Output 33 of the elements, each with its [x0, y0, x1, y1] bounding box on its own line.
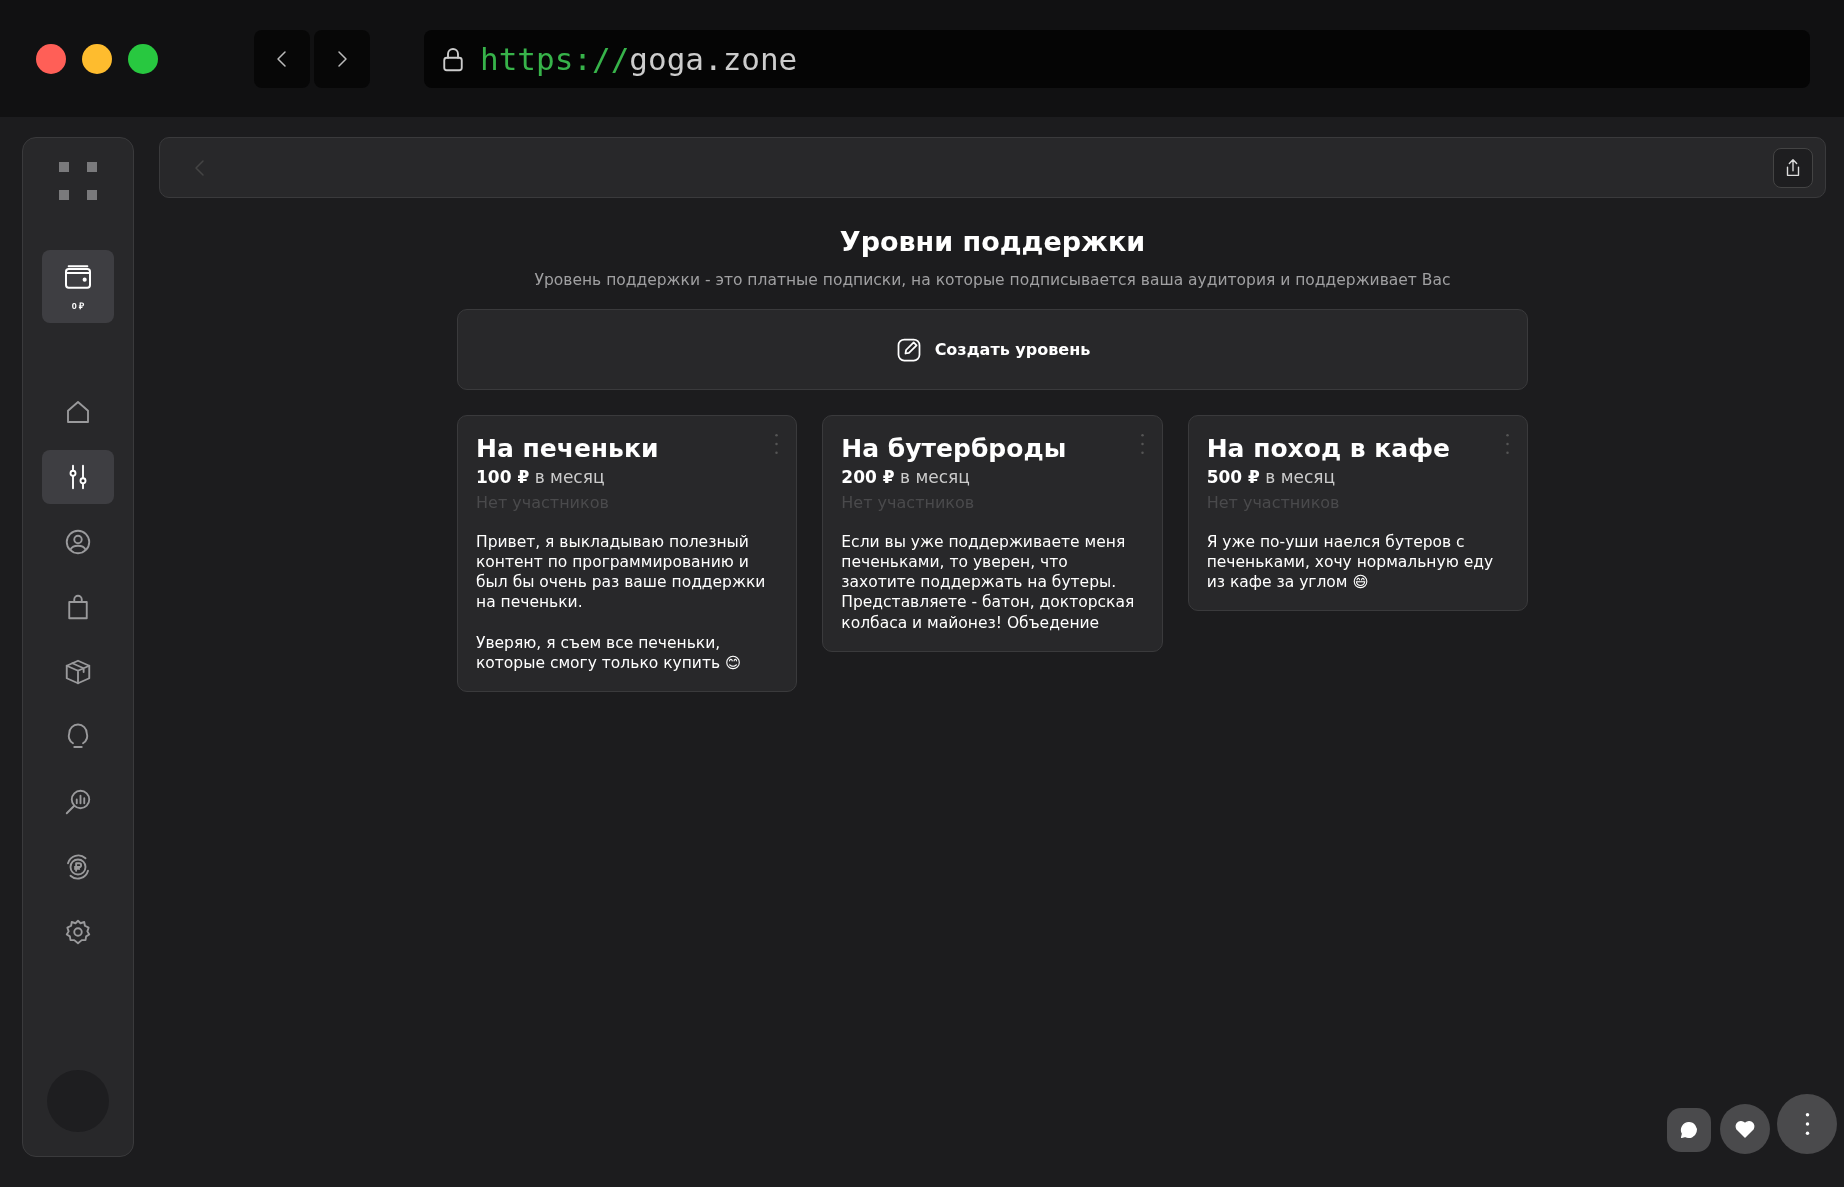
tier-description: Я уже по-уши наелся бутеров с печеньками, хочу нормальную еду из кафе за углом 😄 — [1206, 532, 1495, 593]
page-title: Уровни поддержки — [839, 226, 1146, 257]
chat-icon — [1678, 1119, 1700, 1141]
page-subtitle: Уровень поддержки - это платные подписки, на которые подписывается ваша аудитория и поддерживает Вас — [534, 271, 1451, 289]
tier-description: Уверяю, я съем все печеньки, которые смогу только купить 😊 — [476, 632, 743, 673]
minimize-window-button[interactable] — [82, 43, 112, 74]
tier-description: Привет, я выкладываю полезный контент по программированию и был бы очень раз ваше поддержки на печеньки. — [476, 532, 767, 613]
tier-title: На бутерброды — [841, 434, 1067, 463]
url-text: https://goga.zone — [480, 40, 798, 77]
tier-title: На печеньки — [476, 434, 659, 463]
tier-price: 200 ₽ в месяц — [841, 467, 971, 487]
create-tier-button[interactable]: Создать уровень — [457, 309, 1528, 390]
close-window-button[interactable] — [36, 43, 66, 74]
wallet-button[interactable]: 0 ₽ — [42, 250, 114, 323]
chat-button[interactable] — [1667, 1108, 1711, 1152]
settings-icon — [63, 917, 93, 947]
sidebar-nav-item[interactable] — [42, 450, 114, 504]
tier-price: 500 ₽ в месяц — [1206, 467, 1337, 487]
profile-icon — [63, 527, 93, 557]
vertical-dots-icon — [1804, 1113, 1810, 1135]
magnifier-chart-icon — [63, 787, 93, 817]
maximize-window-button[interactable] — [128, 43, 158, 74]
tier-price: 100 ₽ в месяц — [476, 467, 606, 487]
tier-title: На поход в кафе — [1206, 434, 1450, 463]
apps-grid-icon[interactable] — [59, 162, 97, 200]
tier-description: Если вы уже поддерживаете меня печеньками, то уверен, что захотите поддержать на бутеры. Представляете - батон, докторская колбаса и майонез! Объедение — [841, 532, 1136, 633]
vertical-dots-icon — [775, 434, 779, 454]
vertical-dots-icon — [1140, 434, 1144, 454]
package-icon — [63, 657, 93, 687]
vertical-dots-icon — [1506, 434, 1509, 454]
share-button[interactable] — [1773, 147, 1813, 188]
like-button[interactable] — [1720, 1104, 1770, 1154]
address-bar[interactable]: https://goga.zone — [424, 29, 1810, 88]
